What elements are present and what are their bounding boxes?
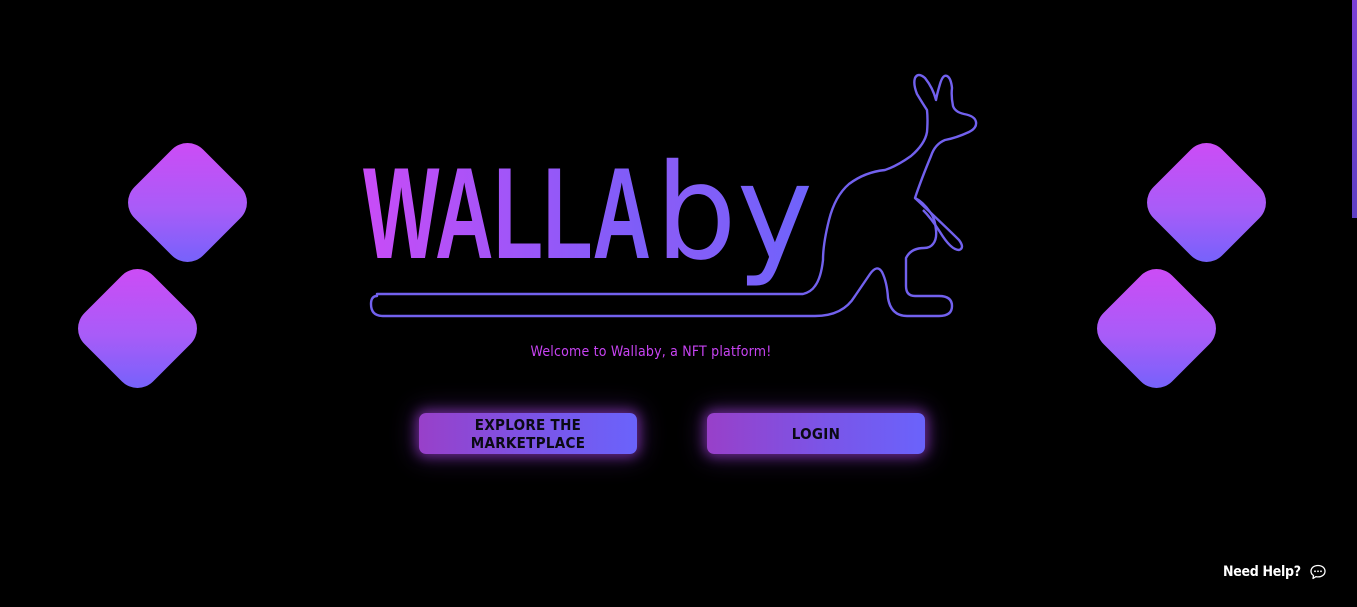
need-help-label: Need Help?: [1223, 564, 1301, 580]
kangaroo-arm: [914, 197, 964, 252]
chat-bubble-icon[interactable]: [1309, 563, 1327, 581]
logo-text-upper: WALLA: [363, 140, 651, 286]
logo-text-lower: by: [655, 136, 813, 290]
decorative-diamond-left-bottom: [68, 259, 207, 398]
decorative-diamond-left-top: [118, 133, 257, 272]
login-button[interactable]: LOGIN: [707, 413, 925, 454]
need-help-link[interactable]: Need Help?: [1223, 563, 1327, 581]
wallaby-logo: WALLA by: [363, 73, 978, 318]
decorative-diamond-right-bottom: [1087, 259, 1226, 398]
landing-page: WALLA by Welcome to Wallaby, a NFT platf…: [0, 0, 1357, 607]
welcome-message: Welcome to Wallaby, a NFT platform!: [530, 344, 772, 360]
scrollbar-thumb[interactable]: [1352, 0, 1357, 218]
decorative-diamond-right-top: [1137, 133, 1276, 272]
explore-marketplace-button[interactable]: Explore the Marketplace: [419, 413, 637, 454]
